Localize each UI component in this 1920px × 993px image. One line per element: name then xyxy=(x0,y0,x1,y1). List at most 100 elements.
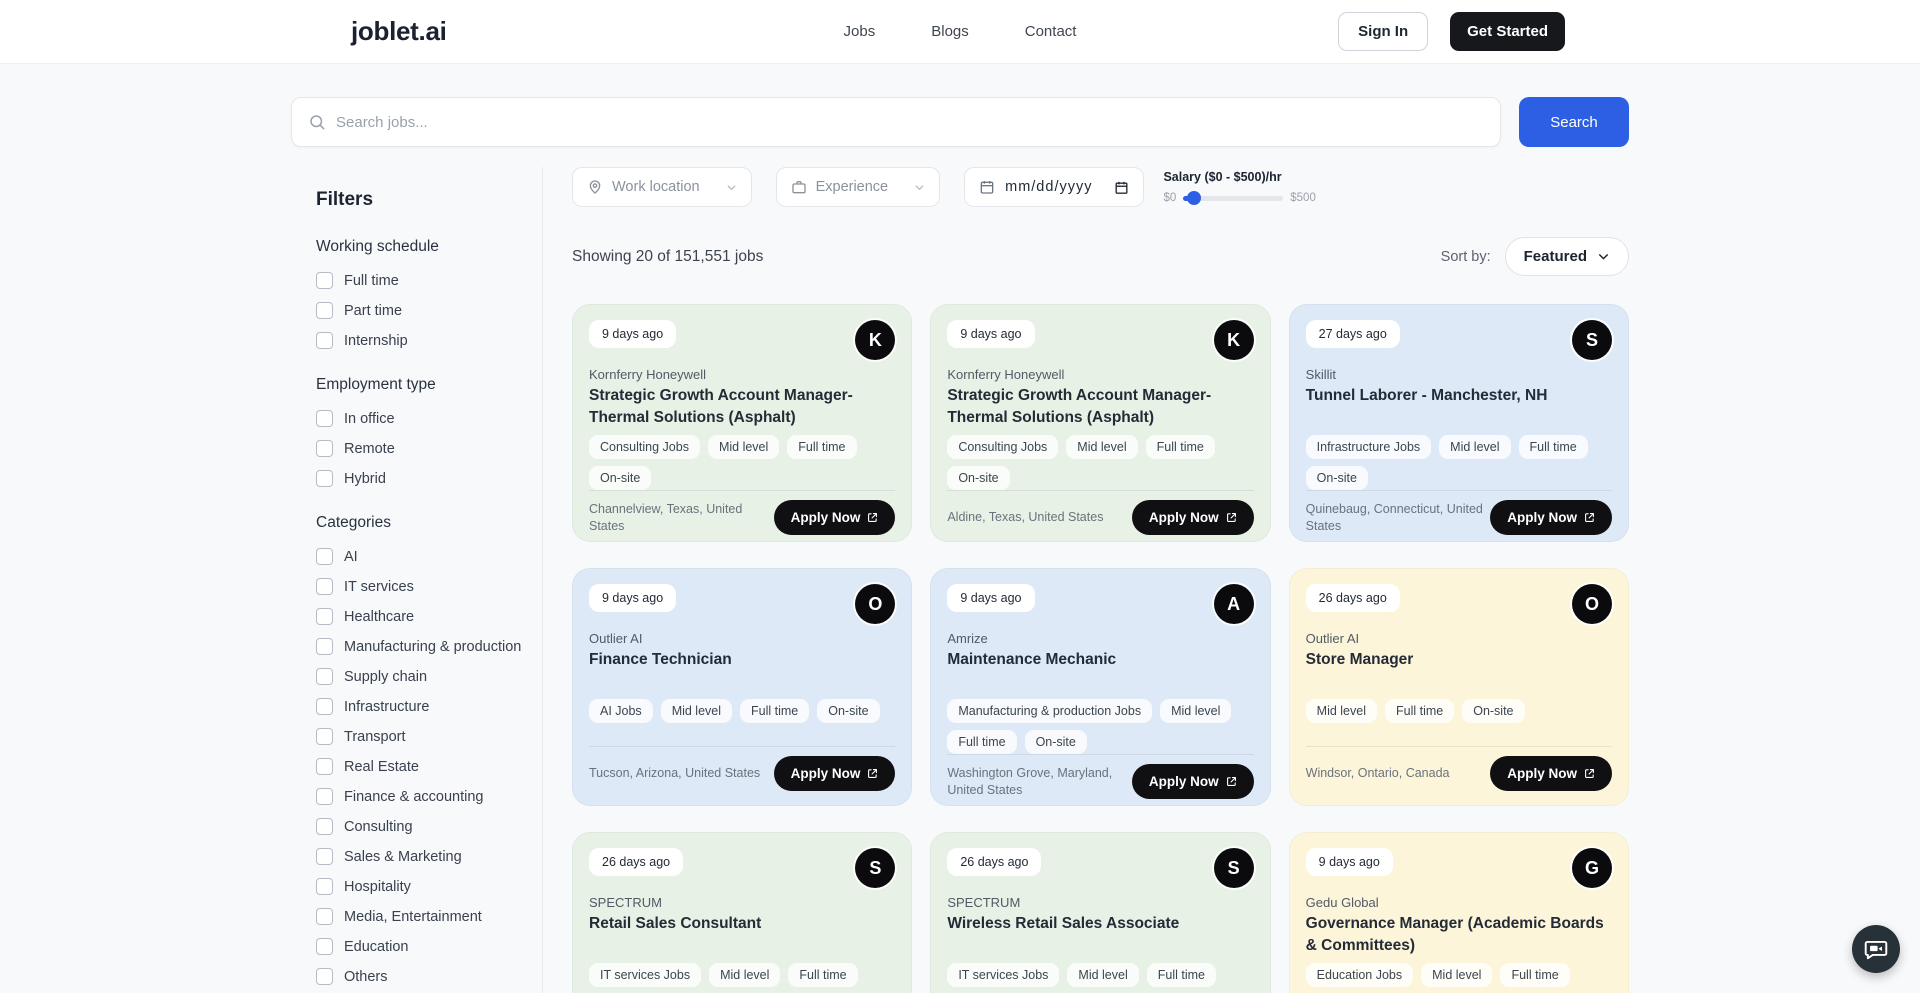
filter-option[interactable]: Remote xyxy=(316,440,542,457)
search-input[interactable] xyxy=(336,114,1484,131)
job-card[interactable]: 9 days ago G Gedu Global Governance Mana… xyxy=(1289,832,1629,993)
get-started-button[interactable]: Get Started xyxy=(1450,12,1565,51)
salary-slider[interactable] xyxy=(1183,196,1283,201)
job-card[interactable]: 27 days ago S Skillit Tunnel Laborer - M… xyxy=(1289,304,1629,542)
job-tags: IT services JobsMid levelFull timeOn-sit… xyxy=(947,963,1253,993)
filter-option[interactable]: AI xyxy=(316,548,542,565)
filter-option[interactable]: Supply chain xyxy=(316,668,542,685)
job-card[interactable]: 9 days ago O Outlier AI Finance Technici… xyxy=(572,568,912,806)
filter-checkbox[interactable] xyxy=(316,548,333,565)
filter-option[interactable]: Manufacturing & production xyxy=(316,638,542,655)
filter-checkbox[interactable] xyxy=(316,908,333,925)
sign-in-button[interactable]: Sign In xyxy=(1338,12,1428,51)
job-location: Channelview, Texas, United States xyxy=(589,501,767,535)
filter-option[interactable]: Full time xyxy=(316,272,542,289)
job-title[interactable]: Finance Technician xyxy=(589,649,895,693)
filter-checkbox[interactable] xyxy=(316,818,333,835)
filter-option[interactable]: Others xyxy=(316,968,542,985)
calendar-picker-icon[interactable] xyxy=(1114,180,1129,195)
apply-now-button[interactable]: Apply Now xyxy=(774,756,896,791)
filter-option[interactable]: Hospitality xyxy=(316,878,542,895)
filter-checkbox[interactable] xyxy=(316,788,333,805)
nav-link-jobs[interactable]: Jobs xyxy=(844,23,876,40)
job-title[interactable]: Tunnel Laborer - Manchester, NH xyxy=(1306,385,1612,429)
search-box[interactable] xyxy=(291,97,1501,147)
filter-checkbox[interactable] xyxy=(316,848,333,865)
apply-now-button[interactable]: Apply Now xyxy=(774,500,896,535)
filter-checkbox[interactable] xyxy=(316,638,333,655)
filter-checkbox[interactable] xyxy=(316,302,333,319)
filter-option[interactable]: Transport xyxy=(316,728,542,745)
filter-checkbox[interactable] xyxy=(316,578,333,595)
filter-option[interactable]: Infrastructure xyxy=(316,698,542,715)
filter-checkbox[interactable] xyxy=(316,440,333,457)
posted-badge: 26 days ago xyxy=(589,848,683,876)
salary-slider-thumb[interactable] xyxy=(1187,191,1201,205)
filter-checkbox[interactable] xyxy=(316,332,333,349)
search-button[interactable]: Search xyxy=(1519,97,1629,147)
job-title[interactable]: Strategic Growth Account Manager-Thermal… xyxy=(947,385,1253,429)
apply-now-button[interactable]: Apply Now xyxy=(1490,500,1612,535)
salary-min-label: $0 xyxy=(1163,192,1176,204)
job-tag: Mid level xyxy=(661,699,732,723)
job-card[interactable]: 9 days ago K Kornferry Honeywell Strateg… xyxy=(930,304,1270,542)
job-tag: On-site xyxy=(947,466,1009,490)
filter-checkbox[interactable] xyxy=(316,968,333,985)
filter-checkbox[interactable] xyxy=(316,668,333,685)
filter-checkbox[interactable] xyxy=(316,938,333,955)
filter-option[interactable]: Real Estate xyxy=(316,758,542,775)
chevron-down-icon xyxy=(914,182,925,193)
filter-checkbox[interactable] xyxy=(316,272,333,289)
filter-option[interactable]: Media, Entertainment xyxy=(316,908,542,925)
job-card[interactable]: 26 days ago S SPECTRUM Wireless Retail S… xyxy=(930,832,1270,993)
filter-option[interactable]: Education xyxy=(316,938,542,955)
nav-link-contact[interactable]: Contact xyxy=(1025,23,1077,40)
job-title[interactable]: Retail Sales Consultant xyxy=(589,913,895,957)
filter-checkbox[interactable] xyxy=(316,410,333,427)
apply-now-button[interactable]: Apply Now xyxy=(1132,764,1254,799)
filter-checkbox[interactable] xyxy=(316,878,333,895)
experience-select[interactable]: Experience xyxy=(776,167,941,207)
filter-checkbox[interactable] xyxy=(316,470,333,487)
chat-widget-button[interactable] xyxy=(1852,925,1900,973)
nav-link-blogs[interactable]: Blogs xyxy=(931,23,969,40)
work-location-label: Work location xyxy=(612,179,700,195)
job-title[interactable]: Strategic Growth Account Manager-Thermal… xyxy=(589,385,895,429)
job-card[interactable]: 9 days ago A Amrize Maintenance Mechanic… xyxy=(930,568,1270,806)
filter-option[interactable]: In office xyxy=(316,410,542,427)
job-tag: IT services Jobs xyxy=(947,963,1059,987)
job-tag: Mid level xyxy=(1160,699,1231,723)
job-card[interactable]: 26 days ago O Outlier AI Store Manager M… xyxy=(1289,568,1629,806)
job-title[interactable]: Store Manager xyxy=(1306,649,1612,693)
filter-option[interactable]: Internship xyxy=(316,332,542,349)
job-tags: Infrastructure JobsMid levelFull timeOn-… xyxy=(1306,435,1612,490)
work-location-select[interactable]: Work location xyxy=(572,167,752,207)
search-row: Search xyxy=(291,97,1629,147)
filter-option[interactable]: Consulting xyxy=(316,818,542,835)
external-link-icon xyxy=(1584,512,1595,523)
job-title[interactable]: Governance Manager (Academic Boards & Co… xyxy=(1306,913,1612,957)
filter-option[interactable]: Finance & accounting xyxy=(316,788,542,805)
filter-option-label: Supply chain xyxy=(344,669,427,685)
filter-option[interactable]: IT services xyxy=(316,578,542,595)
apply-now-button[interactable]: Apply Now xyxy=(1490,756,1612,791)
filter-option[interactable]: Sales & Marketing xyxy=(316,848,542,865)
filter-option[interactable]: Healthcare xyxy=(316,608,542,625)
company-avatar: S xyxy=(855,848,895,888)
filter-checkbox[interactable] xyxy=(316,758,333,775)
filter-option-label: IT services xyxy=(344,579,414,595)
sort-dropdown[interactable]: Featured xyxy=(1505,237,1629,276)
job-card[interactable]: 26 days ago S SPECTRUM Retail Sales Cons… xyxy=(572,832,912,993)
filter-option[interactable]: Hybrid xyxy=(316,470,542,487)
filter-checkbox[interactable] xyxy=(316,728,333,745)
job-title[interactable]: Wireless Retail Sales Associate xyxy=(947,913,1253,957)
external-link-icon xyxy=(867,768,878,779)
filter-checkbox[interactable] xyxy=(316,608,333,625)
apply-now-button[interactable]: Apply Now xyxy=(1132,500,1254,535)
filter-checkbox[interactable] xyxy=(316,698,333,715)
filter-option[interactable]: Part time xyxy=(316,302,542,319)
date-input[interactable]: mm/dd/yyyy xyxy=(964,167,1144,207)
job-card[interactable]: 9 days ago K Kornferry Honeywell Strateg… xyxy=(572,304,912,542)
date-value: mm/dd/yyyy xyxy=(1005,179,1092,195)
job-title[interactable]: Maintenance Mechanic xyxy=(947,649,1253,693)
